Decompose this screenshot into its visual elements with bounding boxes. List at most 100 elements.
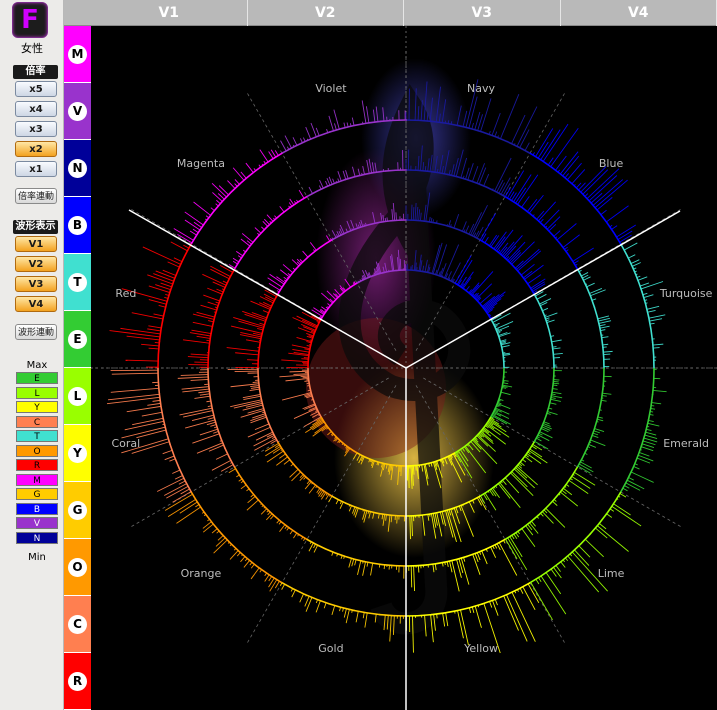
- band-r[interactable]: R: [64, 653, 91, 710]
- ring-arc: [501, 347, 505, 359]
- spectrum-bar: [500, 391, 511, 396]
- ring-arc: [309, 337, 314, 348]
- spectrum-bar: [262, 301, 272, 307]
- spectrum-bar: [351, 558, 355, 567]
- ring-arc: [533, 293, 543, 309]
- band-t[interactable]: T: [64, 254, 91, 311]
- ring-arc: [233, 466, 247, 485]
- spectrum-bar: [217, 535, 224, 541]
- ring-arc: [620, 243, 634, 269]
- spectrum-bar: [501, 344, 510, 348]
- band-y-label: Y: [68, 444, 87, 463]
- band-e[interactable]: E: [64, 311, 91, 368]
- spectrum-bar: [264, 442, 279, 452]
- magnification-x3-button[interactable]: x3: [15, 121, 57, 137]
- spectrum-bar: [611, 225, 618, 230]
- spectrum-bar: [210, 265, 231, 277]
- waveform-link-button[interactable]: 波形連動: [15, 324, 57, 340]
- band-g[interactable]: G: [64, 482, 91, 539]
- spectrum-bar: [649, 318, 663, 322]
- spectrum-bar: [470, 284, 480, 295]
- spectrum-bar: [167, 499, 196, 518]
- spectrum-bar: [444, 244, 460, 279]
- spectrum-bar: [449, 561, 453, 573]
- waveform-v3-button[interactable]: V3: [15, 276, 57, 292]
- spectrum-bar: [218, 185, 229, 196]
- band-r-label: R: [68, 672, 87, 691]
- spectrum-bar: [483, 173, 490, 187]
- spectrum-bar: [567, 555, 600, 593]
- column-header-v4[interactable]: V4: [561, 0, 717, 26]
- spectrum-bar: [496, 179, 504, 193]
- ring-arc: [492, 247, 506, 259]
- spectrum-bar: [111, 372, 159, 375]
- waveform-v2-button[interactable]: V2: [15, 256, 57, 272]
- ring-arc: [244, 483, 260, 502]
- ring-arc: [157, 341, 161, 369]
- spectrum-bar: [192, 433, 220, 444]
- column-header-v2[interactable]: V2: [248, 0, 404, 26]
- spectrum-bar: [160, 282, 172, 288]
- band-c[interactable]: C: [64, 596, 91, 653]
- spectrum-bar: [644, 434, 658, 440]
- spectrum-bar: [202, 273, 227, 286]
- band-b[interactable]: B: [64, 197, 91, 254]
- spectrum-bar: [551, 391, 562, 395]
- spectrum-bar: [264, 574, 270, 582]
- column-header-v3[interactable]: V3: [404, 0, 561, 26]
- spectrum-bar: [215, 537, 226, 547]
- ring-arc: [405, 564, 427, 567]
- waveform-v4-button[interactable]: V4: [15, 296, 57, 312]
- spectrum-bar: [502, 382, 509, 385]
- band-m[interactable]: M: [64, 26, 91, 83]
- spectrum-bar: [208, 320, 214, 323]
- spectrum-bar: [323, 602, 327, 609]
- ring-arc: [264, 307, 272, 323]
- spectrum-bar: [284, 135, 292, 149]
- spectrum-bar: [331, 605, 336, 616]
- column-header: V1 V2 V3 V4: [91, 0, 717, 26]
- spectrum-bar: [308, 484, 316, 494]
- spectrum-bar: [544, 312, 558, 318]
- band-y[interactable]: Y: [64, 425, 91, 482]
- band-n[interactable]: N: [64, 140, 91, 197]
- ring-arc: [224, 447, 236, 468]
- spectrum-bar: [289, 370, 309, 373]
- spectrum-bar: [542, 123, 569, 162]
- spectrum-bar: [182, 339, 210, 344]
- band-o[interactable]: O: [64, 539, 91, 596]
- spectrum-bar: [348, 558, 352, 568]
- ring-arc: [258, 219, 275, 237]
- spectrum-bar: [633, 466, 640, 470]
- spectrum-bar: [642, 440, 656, 446]
- sector-label-blue: Blue: [599, 157, 624, 170]
- spectrum-bar: [540, 575, 567, 615]
- ring-arc: [529, 152, 553, 169]
- band-v[interactable]: V: [64, 83, 91, 140]
- magnification-x2-button[interactable]: x2: [15, 141, 57, 157]
- spectrum-bar: [500, 94, 520, 139]
- magnification-x5-button[interactable]: x5: [15, 81, 57, 97]
- ring-arc: [405, 514, 422, 517]
- magnification-x4-button[interactable]: x4: [15, 101, 57, 117]
- spectrum-bar: [109, 330, 161, 338]
- spectrum-bar: [196, 442, 223, 454]
- band-l[interactable]: L: [64, 368, 91, 425]
- spectrum-bar: [504, 477, 520, 494]
- spectrum-bar: [362, 612, 365, 619]
- gender-label: 女性: [21, 42, 43, 55]
- ring-arc: [158, 315, 165, 343]
- magnification-link-button[interactable]: 倍率連動: [15, 188, 57, 204]
- spectrum-bar: [409, 515, 411, 540]
- spectrum-bar: [211, 528, 218, 534]
- sector-label-coral: Coral: [112, 437, 141, 450]
- spectrum-bar: [588, 443, 597, 448]
- ring-arc: [395, 269, 407, 272]
- column-header-v1[interactable]: V1: [91, 0, 248, 26]
- waveform-v1-button[interactable]: V1: [15, 236, 57, 252]
- spectrum-bar: [553, 382, 560, 385]
- spectrum-bar: [562, 155, 580, 177]
- magnification-x1-button[interactable]: x1: [15, 161, 57, 177]
- spectrum-bar: [292, 317, 317, 329]
- spectrum-bar: [521, 528, 536, 548]
